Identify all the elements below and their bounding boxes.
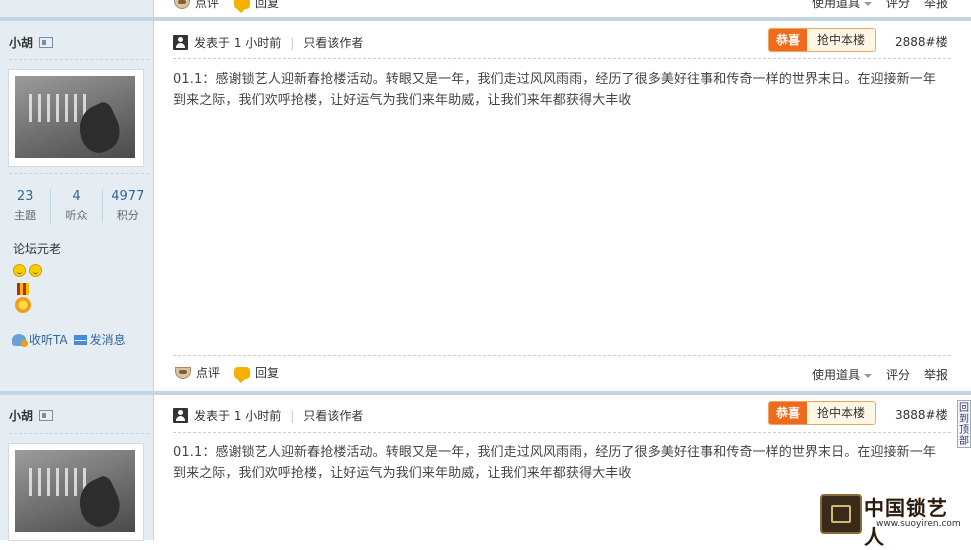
stat-points[interactable]: 4977 积分 bbox=[101, 189, 153, 223]
divider: | bbox=[290, 408, 295, 423]
follow-icon bbox=[12, 333, 28, 347]
only-author-link[interactable]: 只看该作者 bbox=[303, 407, 363, 424]
posted-time: 发表于 1 小时前 bbox=[194, 409, 282, 423]
divider bbox=[9, 173, 149, 174]
post-tools: 使用道具 评分 举报 bbox=[812, 366, 948, 383]
floor-prize-badge: 恭喜 抢中本楼 bbox=[768, 28, 877, 52]
divider bbox=[173, 355, 951, 356]
dropdown-arrow-icon bbox=[864, 373, 873, 378]
speech-bubble-icon bbox=[234, 0, 250, 13]
user-icon bbox=[173, 408, 188, 423]
speech-bubble-icon bbox=[234, 366, 250, 383]
floor-prize-badge: 恭喜 抢中本楼 bbox=[768, 401, 877, 425]
mail-icon bbox=[73, 334, 87, 345]
badge-congrats: 恭喜 bbox=[769, 29, 808, 51]
divider bbox=[9, 433, 149, 434]
rate-link[interactable]: 评分 bbox=[886, 366, 910, 383]
post-content: 01.1：感谢锁艺人迎新春抢楼活动。转眼又是一年，我们走过风风雨雨，经历了很多美… bbox=[173, 445, 936, 481]
divider bbox=[173, 432, 951, 433]
post-tools: 使用道具 评分 举报 bbox=[812, 0, 948, 11]
smiley-icon bbox=[29, 264, 42, 277]
previous-post-actions: 点评 回复 使用道具 评分 举报 bbox=[154, 0, 971, 18]
avatar[interactable] bbox=[8, 443, 144, 541]
rank-stars bbox=[13, 264, 42, 277]
post-meta: 发表于 1 小时前 | 只看该作者 bbox=[173, 34, 363, 51]
user-stats: 23 主题 4 听众 4977 积分 bbox=[0, 189, 153, 223]
comment-action[interactable]: 点评 bbox=[174, 0, 219, 11]
reply-label: 回复 bbox=[255, 0, 280, 10]
badge-floor-won: 抢中本楼 bbox=[807, 402, 876, 424]
message-link[interactable]: 发消息 bbox=[73, 331, 126, 348]
seal-icon bbox=[820, 494, 862, 534]
floor-number[interactable]: 3888#楼 bbox=[895, 406, 948, 423]
stat-threads[interactable]: 23 主题 bbox=[0, 189, 50, 223]
rate-link[interactable]: 评分 bbox=[886, 0, 910, 11]
profile-card-icon[interactable] bbox=[39, 37, 54, 48]
username-link[interactable]: 小胡 bbox=[9, 34, 33, 51]
back-to-top-button[interactable]: 回到顶部 bbox=[957, 400, 971, 448]
logo-url: www.suoyiren.com bbox=[876, 519, 961, 529]
medal-icon[interactable] bbox=[13, 283, 33, 317]
badge-floor-won: 抢中本楼 bbox=[807, 29, 876, 51]
report-link[interactable]: 举报 bbox=[924, 366, 948, 383]
reply-action[interactable]: 回复 bbox=[234, 0, 280, 13]
post-content: 01.1：感谢锁艺人迎新春抢楼活动。转眼又是一年，我们走过风风雨雨，经历了很多美… bbox=[173, 72, 936, 108]
user-icon bbox=[173, 35, 188, 50]
author-name: 小胡 bbox=[9, 407, 54, 424]
divider: | bbox=[290, 35, 295, 50]
reply-action[interactable]: 回复 bbox=[234, 364, 279, 383]
badge-congrats: 恭喜 bbox=[769, 402, 808, 424]
use-props-link[interactable]: 使用道具 bbox=[812, 0, 873, 11]
divider bbox=[173, 58, 951, 59]
post-2888: 小胡 23 主题 4 听众 4977 积分 论坛元老 收听TA 发消息 发表于 1 小 bbox=[0, 21, 971, 391]
floor-number[interactable]: 2888#楼 bbox=[895, 33, 948, 50]
stat-followers[interactable]: 4 听众 bbox=[50, 189, 101, 223]
dropdown-arrow-icon bbox=[864, 1, 873, 6]
report-link[interactable]: 举报 bbox=[924, 0, 948, 11]
user-group[interactable]: 论坛元老 bbox=[13, 240, 61, 257]
coffee-cup-icon bbox=[174, 0, 190, 9]
smiley-icon bbox=[13, 264, 26, 277]
username-link[interactable]: 小胡 bbox=[9, 407, 33, 424]
site-watermark-logo: 中国锁艺人 www.suoyiren.com bbox=[818, 488, 968, 549]
comment-label: 点评 bbox=[195, 0, 220, 10]
avatar[interactable] bbox=[8, 69, 144, 167]
post-meta: 发表于 1 小时前 | 只看该作者 bbox=[173, 407, 363, 424]
profile-card-icon[interactable] bbox=[39, 410, 54, 421]
author-name: 小胡 bbox=[9, 34, 54, 51]
user-links: 收听TA 发消息 bbox=[12, 331, 126, 348]
comment-action[interactable]: 点评 bbox=[175, 364, 220, 381]
use-props-link[interactable]: 使用道具 bbox=[812, 366, 873, 383]
follow-link[interactable]: 收听TA bbox=[12, 331, 68, 348]
only-author-link[interactable]: 只看该作者 bbox=[303, 34, 363, 51]
divider bbox=[9, 59, 149, 60]
coffee-cup-icon bbox=[175, 366, 191, 379]
posted-time: 发表于 1 小时前 bbox=[194, 36, 282, 50]
